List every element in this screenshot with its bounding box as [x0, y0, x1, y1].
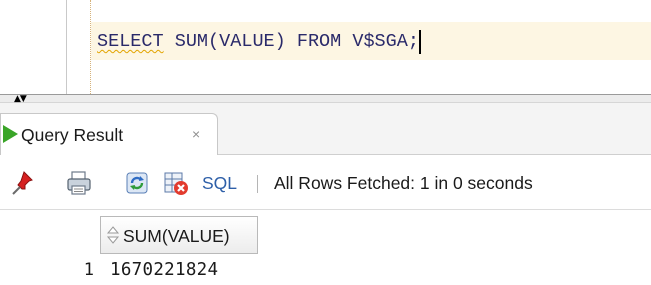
column-header-sum-value[interactable]: SUM(VALUE) [100, 216, 258, 254]
toolbar-separator [257, 175, 258, 193]
fetch-status-text: All Rows Fetched: 1 in 0 seconds [274, 173, 533, 193]
refresh-icon[interactable] [123, 169, 151, 197]
tab-query-result[interactable]: Query Result × [0, 113, 218, 155]
sort-icon[interactable] [106, 225, 120, 245]
pane-splitter[interactable]: ▲▼ [0, 94, 651, 104]
run-triangle-icon [3, 125, 18, 143]
tab-query-result-label: Query Result [21, 125, 124, 145]
table-cell[interactable]: 1670221824 [110, 259, 218, 281]
close-icon[interactable]: × [192, 124, 200, 144]
print-icon[interactable] [65, 169, 93, 197]
row-number: 1 [83, 260, 94, 280]
pin-icon[interactable] [10, 169, 38, 197]
sql-statement-rest: SUM(VALUE) FROM V$SGA; [163, 31, 419, 52]
collapse-arrows-icon[interactable]: ▲▼ [14, 95, 27, 104]
sql-worksheet: SELECT SUM(VALUE) FROM V$SGA; ▲▼ Query R… [0, 0, 651, 285]
result-grid: SUM(VALUE) 1 1670221824 [0, 210, 651, 285]
sql-statement[interactable]: SELECT SUM(VALUE) FROM V$SGA; [97, 30, 421, 54]
column-header-label: SUM(VALUE) [123, 226, 230, 246]
text-caret [418, 30, 421, 54]
editor-gutter-border [66, 0, 67, 94]
clear-icon[interactable] [162, 169, 190, 197]
result-tab-bar: Query Result × [0, 103, 651, 155]
sql-button[interactable]: SQL [202, 172, 237, 194]
result-toolbar: SQL All Rows Fetched: 1 in 0 seconds [0, 155, 651, 210]
sql-keyword-select: SELECT [97, 31, 164, 52]
sql-editor[interactable]: SELECT SUM(VALUE) FROM V$SGA; [0, 0, 651, 94]
